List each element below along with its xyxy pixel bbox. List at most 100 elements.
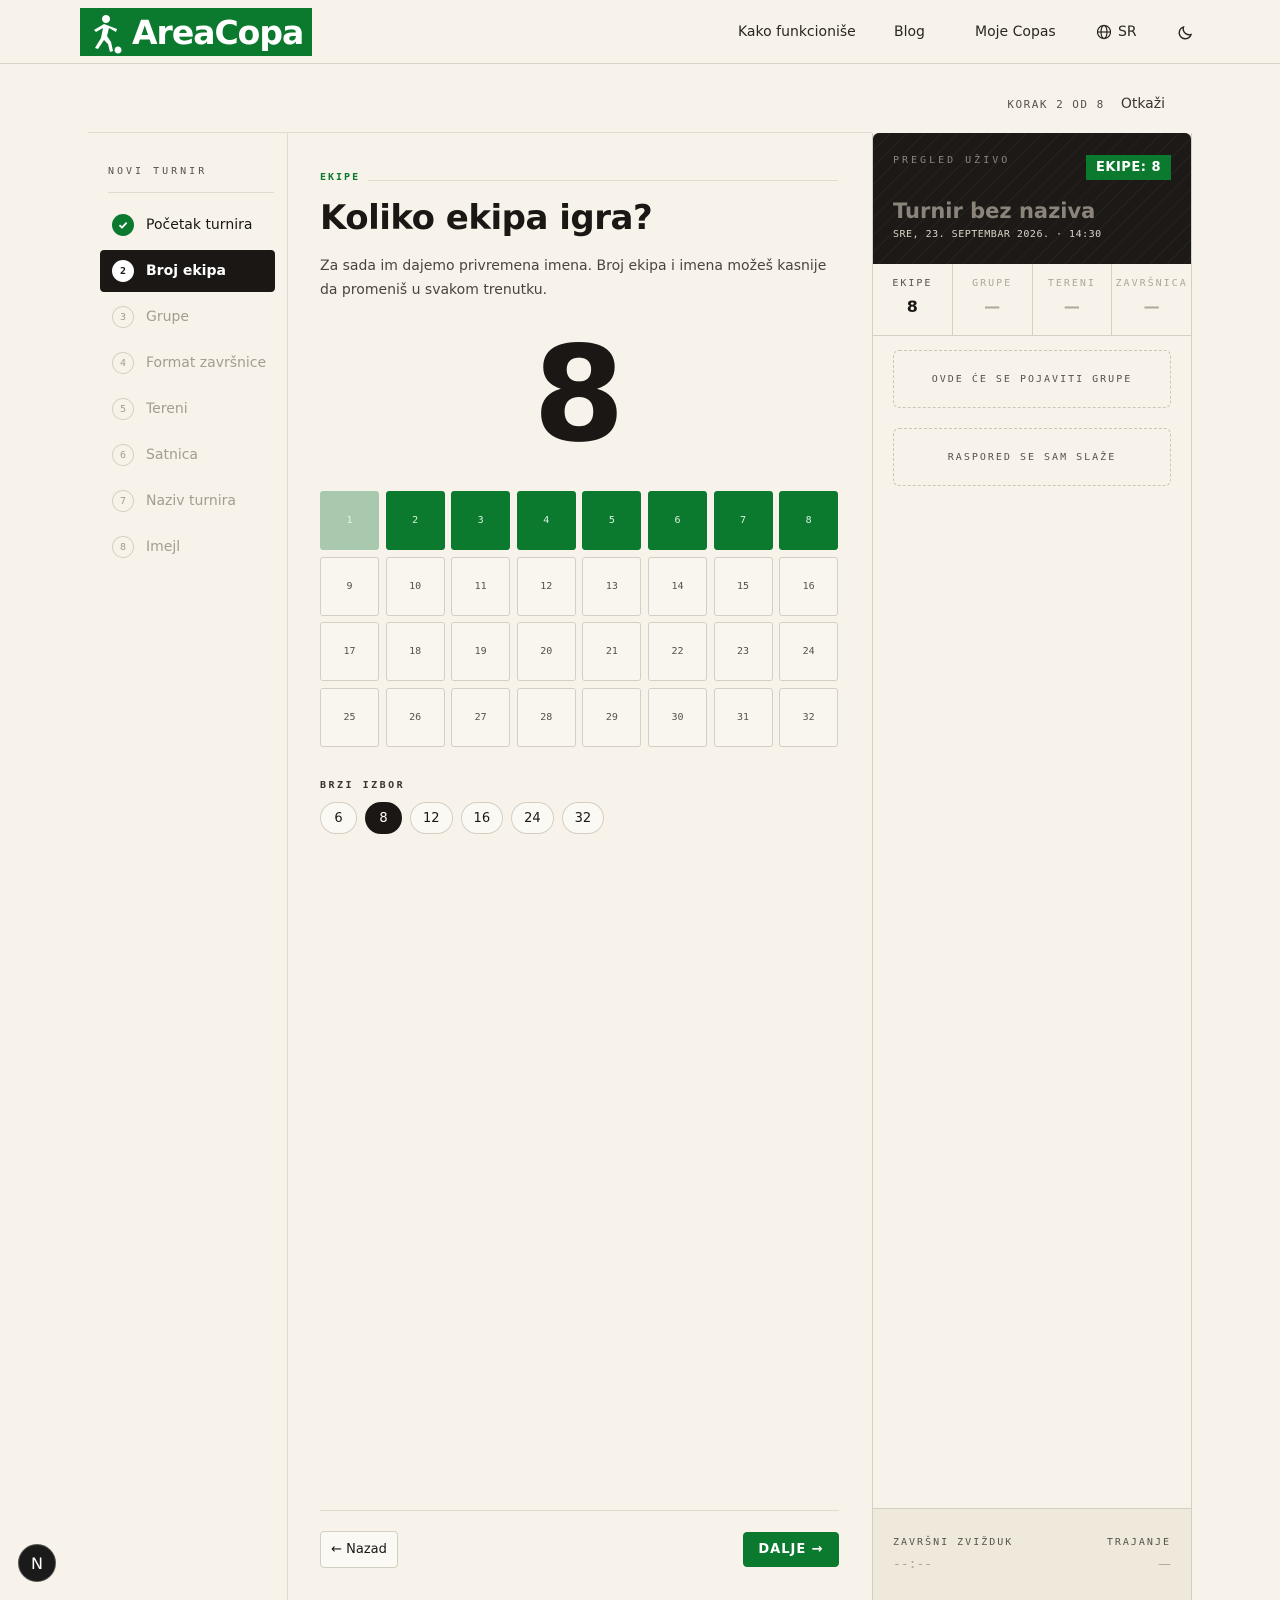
- sidebar-item-groups[interactable]: 3 Grupe: [100, 296, 275, 338]
- step-number-badge: 5: [112, 398, 134, 420]
- final-whistle-value: --:--: [893, 1557, 933, 1572]
- stat-value: —: [1143, 297, 1160, 316]
- stat-label: GRUPE: [972, 278, 1013, 289]
- brand-logo[interactable]: AreaCopa: [80, 8, 312, 56]
- quick-pick-label: BRZI IZBOR: [320, 780, 406, 791]
- next-dev-tools-button[interactable]: N: [18, 1544, 56, 1582]
- team-count-cell[interactable]: 14: [647, 556, 707, 616]
- sidebar-item-fields[interactable]: 5 Tereni: [100, 388, 275, 430]
- team-count-cell[interactable]: 8: [779, 491, 839, 550]
- team-count-cell[interactable]: 7: [713, 491, 773, 550]
- quick-pick-chip[interactable]: 6: [320, 802, 357, 834]
- sidebar-item-final-format[interactable]: 4 Format završnice: [100, 342, 275, 384]
- stat-value: 8: [906, 297, 918, 316]
- step-number-badge: 7: [112, 490, 134, 512]
- stat-groups: GRUPE —: [953, 264, 1033, 335]
- step-indicator: KORAK 2 OD 8 Otkaži: [1007, 96, 1165, 112]
- cancel-link[interactable]: Otkaži: [1121, 96, 1165, 112]
- sidebar-item-schedule[interactable]: 6 Satnica: [100, 434, 275, 476]
- team-count-cell[interactable]: 32: [779, 687, 839, 747]
- quick-pick-chip[interactable]: 24: [511, 802, 554, 834]
- nav-link-my-copas[interactable]: Moje Copas: [975, 0, 1056, 64]
- sidebar-item-label: Tereni: [146, 401, 188, 417]
- preview-eyebrow: PREGLED UŽIVO: [893, 155, 1011, 166]
- sidebar-title: NOVI TURNIR: [108, 166, 208, 177]
- nav-link-blog[interactable]: Blog: [894, 0, 925, 64]
- team-count-cell[interactable]: 30: [647, 687, 707, 747]
- team-count-cell[interactable]: 22: [647, 622, 707, 682]
- step-number-badge: 6: [112, 444, 134, 466]
- team-count-cell[interactable]: 6: [647, 491, 707, 550]
- quick-pick-chip[interactable]: 32: [561, 802, 605, 834]
- step-counter: KORAK 2 OD 8: [1007, 97, 1105, 111]
- team-count-cell[interactable]: 20: [516, 622, 576, 682]
- stat-final: ZAVRŠNICA —: [1112, 264, 1191, 335]
- team-count-cell[interactable]: 24: [779, 622, 839, 682]
- language-switcher[interactable]: SR: [1096, 0, 1137, 64]
- team-count-cell[interactable]: 2: [385, 491, 445, 550]
- stat-label: EKIPE: [892, 278, 933, 289]
- divider: [368, 180, 838, 181]
- team-count-cell[interactable]: 9: [320, 556, 379, 616]
- divider: [88, 132, 872, 133]
- page-description: Za sada im dajemo privremena imena. Broj…: [320, 258, 827, 298]
- sidebar-item-email[interactable]: 8 Imejl: [100, 526, 275, 568]
- final-whistle-label: ZAVRŠNI ZVIŽDUK: [893, 1537, 1014, 1548]
- language-code: SR: [1118, 24, 1137, 40]
- team-count-cell[interactable]: 12: [516, 556, 576, 616]
- stat-value: —: [984, 297, 1001, 316]
- sidebar-item-team-count[interactable]: 2 Broj ekipa: [100, 250, 275, 292]
- team-count-cell[interactable]: 19: [451, 622, 511, 682]
- sidebar-item-label: Grupe: [146, 309, 189, 325]
- team-count-cell[interactable]: 18: [385, 622, 445, 682]
- step-number-badge: 4: [112, 352, 134, 374]
- team-count-cell[interactable]: 31: [713, 687, 773, 747]
- team-count-cell[interactable]: 29: [582, 687, 642, 747]
- step-number-badge: 2: [112, 260, 134, 282]
- preview-stats: EKIPE 8 GRUPE — TERENI — ZAVRŠNICA —: [873, 264, 1191, 336]
- team-count-cell[interactable]: 21: [582, 622, 642, 682]
- team-count-cell[interactable]: 11: [451, 556, 511, 616]
- quick-pick-options: 6 8 12 16 24 32: [320, 802, 605, 834]
- moon-icon[interactable]: [1176, 22, 1196, 42]
- live-preview-panel: PREGLED UŽIVO EKIPE: 8 Turnir bez naziva…: [872, 133, 1192, 1600]
- quick-pick-chip[interactable]: 16: [460, 802, 504, 834]
- divider: [287, 133, 288, 1600]
- stat-label: TERENI: [1047, 278, 1096, 289]
- brand-name: AreaCopa: [132, 12, 304, 52]
- sidebar-item-label: Format završnice: [146, 355, 267, 371]
- team-count-cell[interactable]: 17: [320, 622, 379, 682]
- team-count-badge: EKIPE: 8: [1086, 155, 1171, 180]
- stat-teams: EKIPE 8: [873, 264, 953, 335]
- team-count-cell[interactable]: 13: [582, 556, 642, 616]
- team-count-cell[interactable]: 1: [320, 491, 379, 550]
- team-count-cell[interactable]: 3: [451, 491, 511, 550]
- team-count-cell[interactable]: 25: [320, 687, 379, 747]
- next-button[interactable]: DALJE →: [743, 1532, 839, 1567]
- preview-date: SRE, 23. SEPTEMBAR 2026. · 14:30: [893, 229, 1102, 240]
- sidebar-item-tournament-name[interactable]: 7 Naziv turnira: [100, 480, 275, 522]
- quick-pick-chip[interactable]: 12: [410, 802, 453, 834]
- team-count-cell[interactable]: 23: [713, 622, 773, 682]
- page-title: Koliko ekipa igra?: [320, 198, 653, 238]
- divider: [108, 192, 274, 193]
- sidebar-item-start[interactable]: Početak turnira: [100, 204, 275, 246]
- team-count-cell[interactable]: 5: [582, 491, 642, 550]
- team-count-cell[interactable]: 16: [779, 556, 839, 616]
- stat-fields: TERENI —: [1033, 264, 1113, 335]
- sidebar-item-label: Satnica: [146, 447, 198, 463]
- team-count-cell[interactable]: 26: [385, 687, 445, 747]
- nav-link-how-it-works[interactable]: Kako funkcioniše: [738, 0, 856, 64]
- quick-pick-chip[interactable]: 8: [365, 802, 402, 834]
- stat-value: —: [1063, 297, 1080, 316]
- stat-label: ZAVRŠNICA: [1115, 278, 1188, 289]
- back-button[interactable]: ← Nazad: [320, 1531, 398, 1568]
- team-count-cell[interactable]: 10: [385, 556, 445, 616]
- soccer-player-icon: [94, 15, 122, 54]
- team-count-cell[interactable]: 28: [516, 687, 576, 747]
- team-count-cell[interactable]: 15: [713, 556, 773, 616]
- duration-label: TRAJANJE: [1106, 1537, 1171, 1548]
- team-count-cell[interactable]: 27: [451, 687, 511, 747]
- team-count-cell[interactable]: 4: [516, 491, 576, 550]
- step-number-badge: 3: [112, 306, 134, 328]
